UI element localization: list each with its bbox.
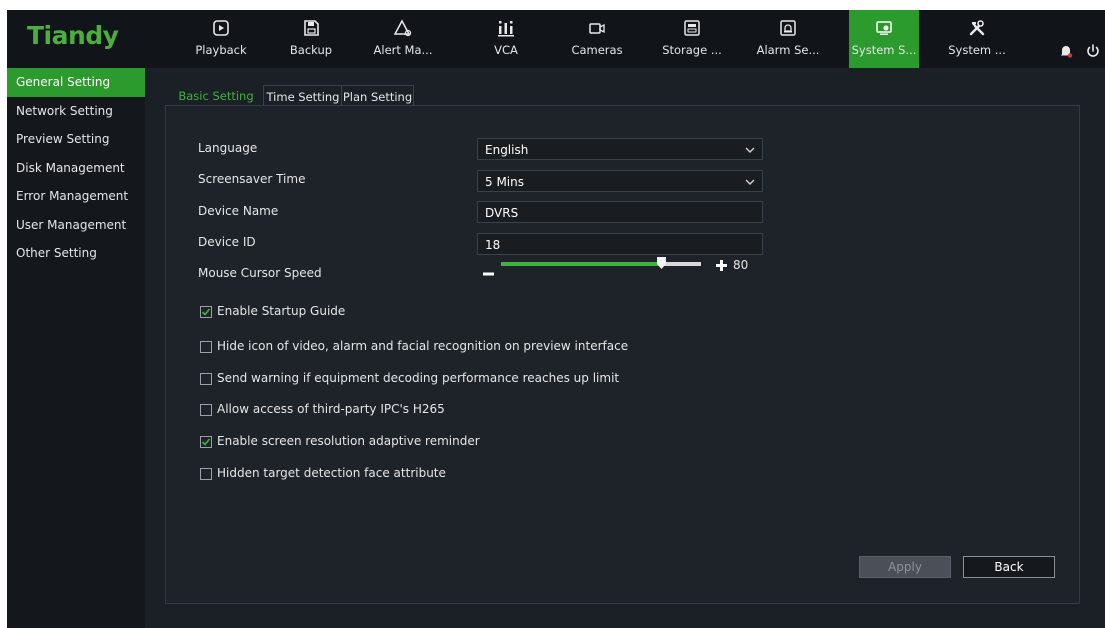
checkbox-row[interactable]: Hidden target detection face attribute (200, 466, 446, 480)
top-navigation-bar: Tiandy Playback Backup Alert Ma... VCA C… (7, 10, 1105, 68)
back-button[interactable]: Back (963, 556, 1055, 578)
save-icon (301, 19, 321, 39)
checkbox-label: Hide icon of video, alarm and facial rec… (217, 339, 629, 353)
checkbox-row[interactable]: Hide icon of video, alarm and facial rec… (200, 339, 628, 353)
checkbox-label: Enable Startup Guide (217, 304, 346, 318)
tools-icon (967, 19, 987, 39)
sidebar-item-general-setting[interactable]: General Setting (7, 68, 145, 97)
checkbox-unchecked[interactable] (200, 468, 212, 480)
language-select[interactable]: English (477, 138, 763, 160)
slider-increase-button[interactable] (716, 258, 727, 274)
checkbox-unchecked[interactable] (200, 404, 212, 416)
playback-icon (211, 19, 231, 39)
apply-button[interactable]: Apply (859, 556, 951, 578)
mouse-speed-slider[interactable] (501, 257, 701, 269)
sidebar-item-error-management[interactable]: Error Management (7, 182, 145, 211)
checkbox-label: Enable screen resolution adaptive remind… (217, 434, 480, 448)
settings-sidebar: General Setting Network Setting Preview … (7, 68, 145, 628)
device-name-input[interactable]: DVRS (477, 201, 763, 223)
checkbox-checked[interactable] (200, 436, 212, 448)
nav-system-maintenance[interactable]: System ... (942, 10, 1012, 68)
nav-vca[interactable]: VCA (471, 10, 541, 68)
system-settings-icon (874, 19, 894, 39)
nav-system-settings[interactable]: System S... (849, 10, 919, 68)
screensaver-value: 5 Mins (485, 175, 524, 189)
sidebar-item-disk-management[interactable]: Disk Management (7, 154, 145, 183)
power-icon[interactable] (1085, 43, 1101, 59)
alert-icon (393, 19, 413, 39)
nav-cameras[interactable]: Cameras (562, 10, 632, 68)
checkbox-label: Allow access of third-party IPC's H265 (217, 402, 445, 416)
nav-storage[interactable]: Storage ... (657, 10, 727, 68)
notification-bell-icon[interactable] (1058, 43, 1074, 59)
nav-playback[interactable]: Playback (186, 10, 256, 68)
brand-logo: Tiandy (27, 21, 119, 50)
camera-icon (587, 19, 607, 39)
mouse-speed-value: 80 (733, 258, 749, 272)
device-id-input[interactable]: 18 (477, 233, 763, 255)
vca-icon (496, 19, 516, 39)
checkbox-row[interactable]: Send warning if equipment decoding perfo… (200, 371, 619, 385)
slider-fill (501, 262, 661, 266)
checkbox-row[interactable]: Enable screen resolution adaptive remind… (200, 434, 480, 448)
sidebar-item-preview-setting[interactable]: Preview Setting (7, 125, 145, 154)
checkbox-unchecked[interactable] (200, 341, 212, 353)
device-name-label: Device Name (198, 204, 279, 218)
checkbox-unchecked[interactable] (200, 373, 212, 385)
screensaver-label: Screensaver Time (198, 172, 306, 186)
checkbox-checked[interactable] (200, 306, 212, 318)
checkbox-row[interactable]: Allow access of third-party IPC's H265 (200, 402, 445, 416)
checkbox-label: Hidden target detection face attribute (217, 466, 446, 480)
checkmark-icon (201, 308, 211, 316)
language-value: English (485, 143, 529, 157)
sidebar-item-other-setting[interactable]: Other Setting (7, 239, 145, 268)
alarm-icon (778, 19, 798, 39)
chevron-down-icon (745, 147, 755, 153)
language-label: Language (198, 141, 258, 155)
sidebar-item-network-setting[interactable]: Network Setting (7, 97, 145, 126)
sidebar-item-user-management[interactable]: User Management (7, 211, 145, 240)
nav-alert-management[interactable]: Alert Ma... (368, 10, 438, 68)
storage-icon (682, 19, 702, 39)
checkmark-icon (201, 438, 211, 446)
slider-decrease-button[interactable] (483, 263, 494, 279)
device-id-label: Device ID (198, 235, 256, 249)
slider-thumb[interactable] (657, 257, 666, 269)
checkbox-label: Send warning if equipment decoding perfo… (217, 371, 620, 385)
nav-backup[interactable]: Backup (276, 10, 346, 68)
checkbox-row[interactable]: Enable Startup Guide (200, 304, 345, 318)
mouse-speed-label: Mouse Cursor Speed (198, 266, 322, 280)
chevron-down-icon (745, 179, 755, 185)
nav-alarm-settings[interactable]: Alarm Se... (753, 10, 823, 68)
screensaver-select[interactable]: 5 Mins (477, 170, 763, 192)
